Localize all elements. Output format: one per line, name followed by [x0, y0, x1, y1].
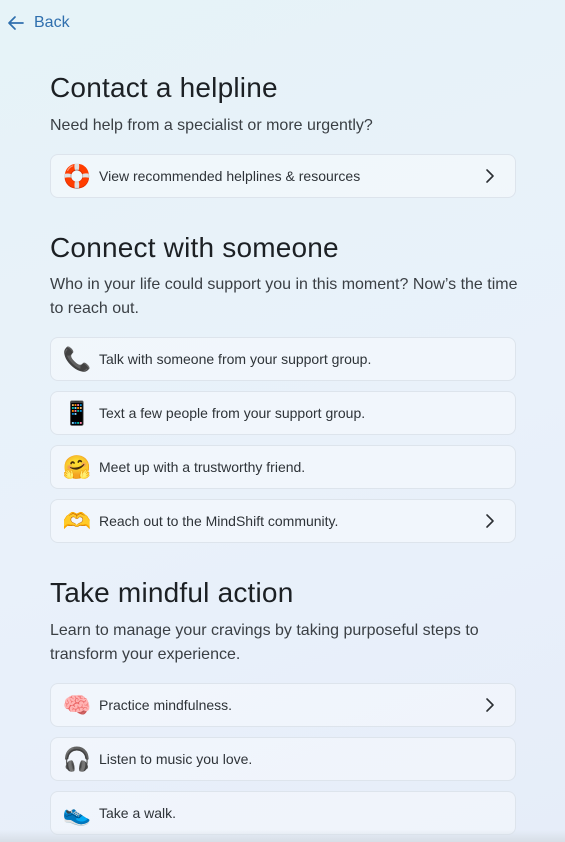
mindful-title: Take mindful action: [50, 577, 294, 608]
chevron-right-icon: [486, 698, 494, 712]
hugging-face-icon: 🤗: [62, 453, 92, 480]
connect-description-wrap: Who in your life could support you in th…: [50, 273, 518, 321]
brain-icon: 🧠: [62, 691, 92, 718]
chevron-right-icon: [486, 169, 494, 183]
text-support-group-card[interactable]: 📱 Text a few people from your support gr…: [50, 391, 516, 435]
chevron-right-icon: [486, 514, 494, 528]
card-label: Reach out to the MindShift community.: [99, 513, 339, 529]
card-label: Listen to music you love.: [99, 751, 253, 767]
helpline-section: Contact a helpline: [50, 72, 518, 104]
card-label: Talk with someone from your support grou…: [99, 351, 372, 367]
mindful-section: Take mindful action: [50, 577, 518, 609]
mindful-description-wrap: Learn to manage your cravings by taking …: [50, 619, 518, 667]
talk-support-group-card[interactable]: 📞 Talk with someone from your support gr…: [50, 337, 516, 381]
card-label: Take a walk.: [99, 805, 177, 821]
take-walk-card[interactable]: 👟 Take a walk.: [50, 791, 516, 835]
card-label: Practice mindfulness.: [99, 697, 233, 713]
mobile-phone-icon: 📱: [62, 399, 92, 426]
card-label: Text a few people from your support grou…: [99, 405, 366, 421]
back-label: Back: [34, 14, 70, 31]
connect-description: Who in your life could support you in th…: [50, 276, 518, 317]
helpline-description-wrap: Need help from a specialist or more urge…: [50, 114, 518, 138]
mindshift-community-card[interactable]: 🫶 Reach out to the MindShift community.: [50, 499, 516, 543]
helplines-resources-card[interactable]: 🛟 View recommended helplines & resources: [50, 154, 516, 198]
lifebuoy-icon: 🛟: [62, 162, 92, 189]
connect-section: Connect with someone: [50, 232, 518, 264]
back-button[interactable]: Back: [6, 13, 70, 33]
card-label: View recommended helplines & resources: [99, 168, 361, 184]
card-label: Meet up with a trustworthy friend.: [99, 459, 306, 475]
arrow-left-icon: [8, 16, 24, 30]
bottom-fade: [0, 830, 565, 842]
connect-title: Connect with someone: [50, 232, 339, 263]
practice-mindfulness-card[interactable]: 🧠 Practice mindfulness.: [50, 683, 516, 727]
sneaker-icon: 👟: [62, 799, 92, 826]
mindful-description: Learn to manage your cravings by taking …: [50, 622, 479, 663]
phone-icon: 📞: [62, 345, 92, 372]
meet-friend-card[interactable]: 🤗 Meet up with a trustworthy friend.: [50, 445, 516, 489]
headphones-icon: 🎧: [62, 745, 92, 772]
heart-hands-icon: 🫶: [62, 507, 92, 534]
helpline-description: Need help from a specialist or more urge…: [50, 117, 373, 134]
helpline-title: Contact a helpline: [50, 72, 278, 103]
listen-music-card[interactable]: 🎧 Listen to music you love.: [50, 737, 516, 781]
